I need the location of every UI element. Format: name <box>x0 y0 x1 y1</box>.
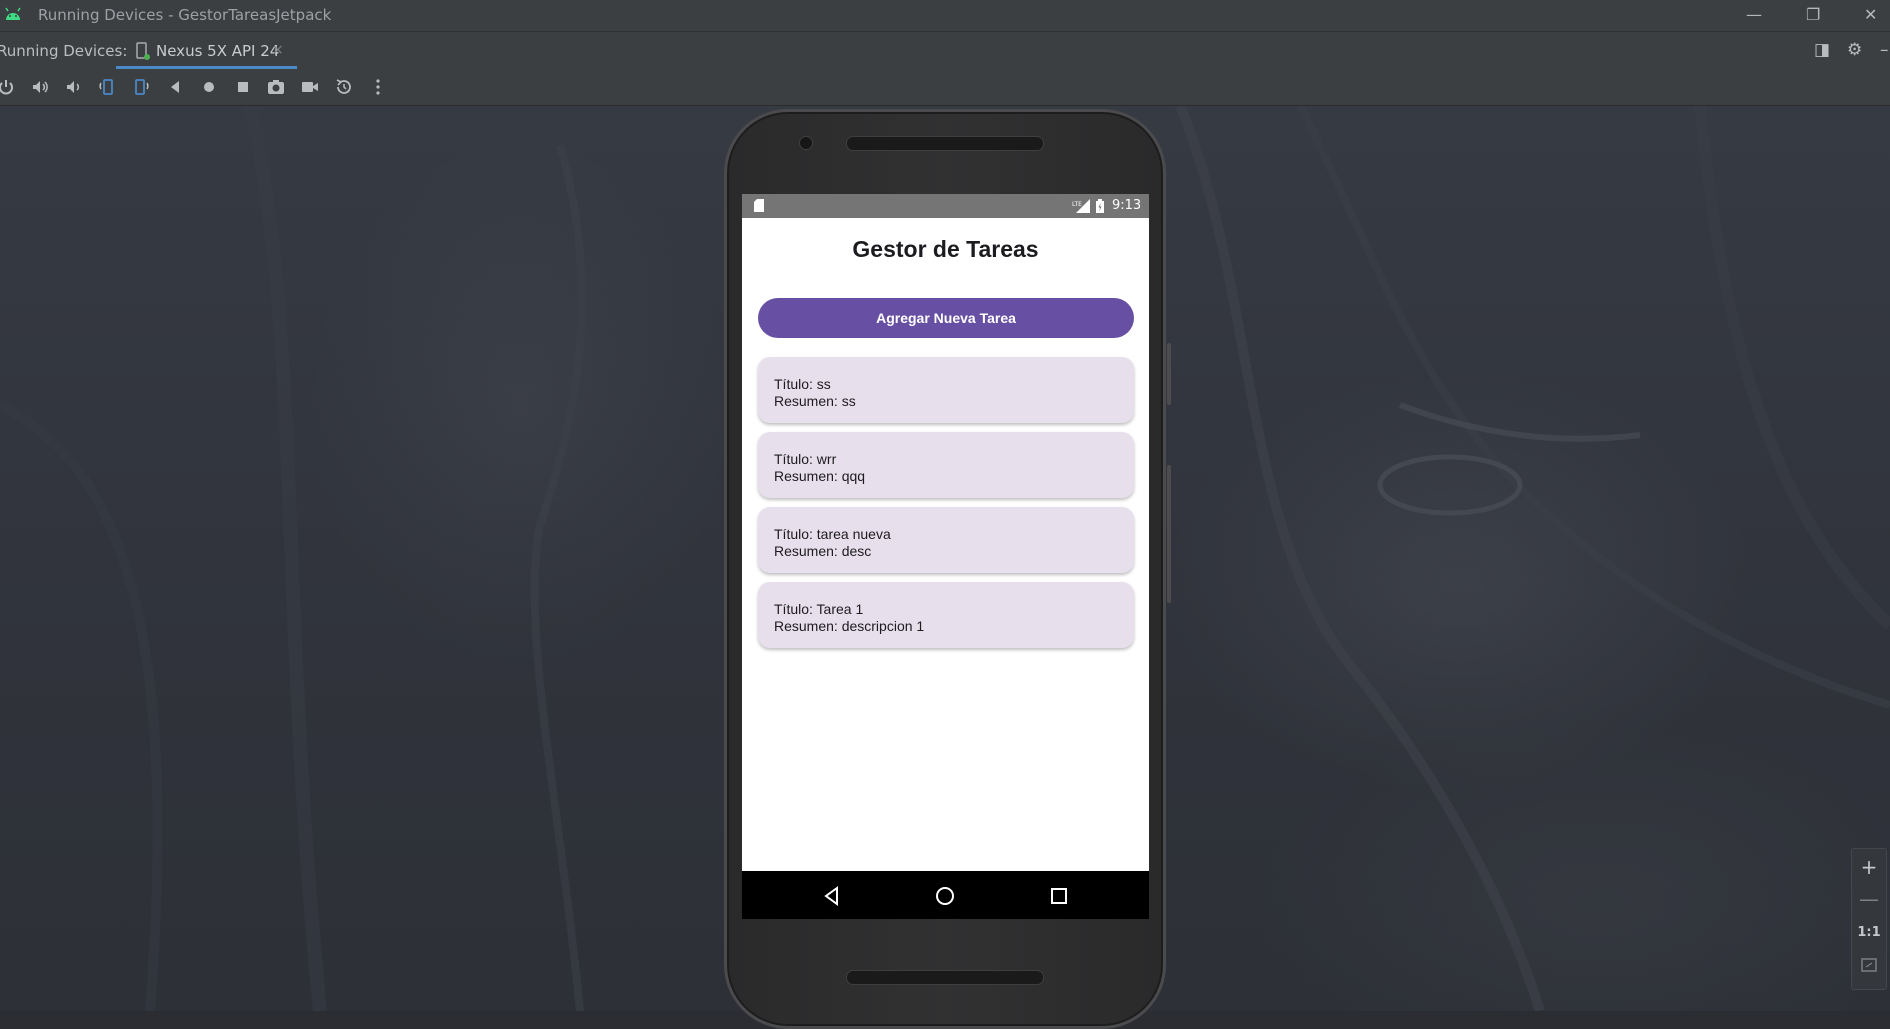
restore-button[interactable]: ❐ <box>1806 5 1820 24</box>
front-camera <box>799 136 813 150</box>
task-card[interactable]: Título: tarea nueva Resumen: desc <box>758 507 1134 573</box>
screenshot-icon[interactable] <box>266 77 286 97</box>
layout-icon[interactable]: ◨ <box>1814 40 1830 60</box>
nav-back-icon[interactable] <box>821 885 843 907</box>
navigation-bar <box>742 871 1149 919</box>
home-icon[interactable] <box>199 77 219 97</box>
add-task-button[interactable]: Agregar Nueva Tarea <box>758 298 1134 338</box>
sd-card-icon <box>754 199 764 212</box>
power-icon[interactable] <box>0 77 16 97</box>
task-title: Título: wrr <box>774 451 837 467</box>
more-icon[interactable] <box>368 77 388 97</box>
bottom-speaker <box>846 970 1044 985</box>
minimize-button[interactable]: — <box>1746 5 1762 24</box>
gear-icon[interactable]: ⚙ <box>1847 40 1862 60</box>
task-summary: Resumen: qqq <box>774 468 866 484</box>
device-icon <box>136 42 150 60</box>
volume-up-icon[interactable] <box>30 77 50 97</box>
actual-size-button[interactable]: 1:1 <box>1852 925 1886 940</box>
tab-nexus-5x[interactable]: Nexus 5X API 24 × <box>116 32 297 69</box>
app-title: Gestor de Tareas <box>852 236 1039 262</box>
reset-icon[interactable] <box>334 77 354 97</box>
volume-side-button <box>1167 465 1171 603</box>
tab-label: Nexus 5X API 24 <box>156 42 280 60</box>
task-card[interactable]: Título: wrr Resumen: qqq <box>758 432 1134 498</box>
task-title: Título: ss <box>774 376 831 392</box>
svg-text:LTE: LTE <box>1072 201 1082 208</box>
fit-screen-icon[interactable] <box>1852 955 1886 979</box>
running-devices-label: Running Devices: <box>0 42 128 60</box>
zoom-in-button[interactable]: + <box>1852 855 1886 879</box>
status-time: 9:13 <box>1112 198 1142 213</box>
device-toolbar <box>0 69 1890 106</box>
close-button[interactable]: ✕ <box>1864 5 1877 24</box>
rotate-left-icon[interactable] <box>97 77 117 97</box>
task-summary: Resumen: ss <box>774 393 856 409</box>
task-summary: Resumen: desc <box>774 543 872 559</box>
volume-down-icon[interactable] <box>63 77 83 97</box>
task-title: Título: tarea nueva <box>774 526 891 542</box>
power-side-button <box>1167 343 1171 405</box>
top-speaker <box>846 136 1044 151</box>
zoom-controls: + — 1:1 <box>1851 848 1887 990</box>
close-tab-icon[interactable]: × <box>272 42 284 58</box>
running-devices-tab-bar: Running Devices: Nexus 5X API 24 × ◨ ⚙ – <box>0 31 1890 70</box>
window-title-bar: Running Devices - GestorTareasJetpack — … <box>0 0 1890 31</box>
hide-panel-icon[interactable]: – <box>1880 40 1889 60</box>
nav-home-icon[interactable] <box>934 885 956 907</box>
back-icon[interactable] <box>165 77 185 97</box>
task-card[interactable]: Título: Tarea 1 Resumen: descripcion 1 <box>758 582 1134 648</box>
battery-icon <box>1096 199 1104 213</box>
window-title: Running Devices - GestorTareasJetpack <box>38 6 332 24</box>
nav-recents-icon[interactable] <box>1048 885 1070 907</box>
task-card[interactable]: Título: ss Resumen: ss <box>758 357 1134 423</box>
device-screen: LTE 9:13 Gestor de Tareas Agregar Nueva … <box>742 194 1149 919</box>
status-bar: LTE 9:13 <box>742 194 1149 218</box>
zoom-out-button[interactable]: — <box>1852 887 1886 911</box>
screen-record-icon[interactable] <box>300 77 320 97</box>
task-summary: Resumen: descripcion 1 <box>774 618 925 634</box>
android-studio-icon <box>5 7 21 20</box>
overview-icon[interactable] <box>233 77 253 97</box>
task-title: Título: Tarea 1 <box>774 601 864 617</box>
rotate-right-icon[interactable] <box>131 77 151 97</box>
lte-signal-icon: LTE <box>1072 199 1090 213</box>
